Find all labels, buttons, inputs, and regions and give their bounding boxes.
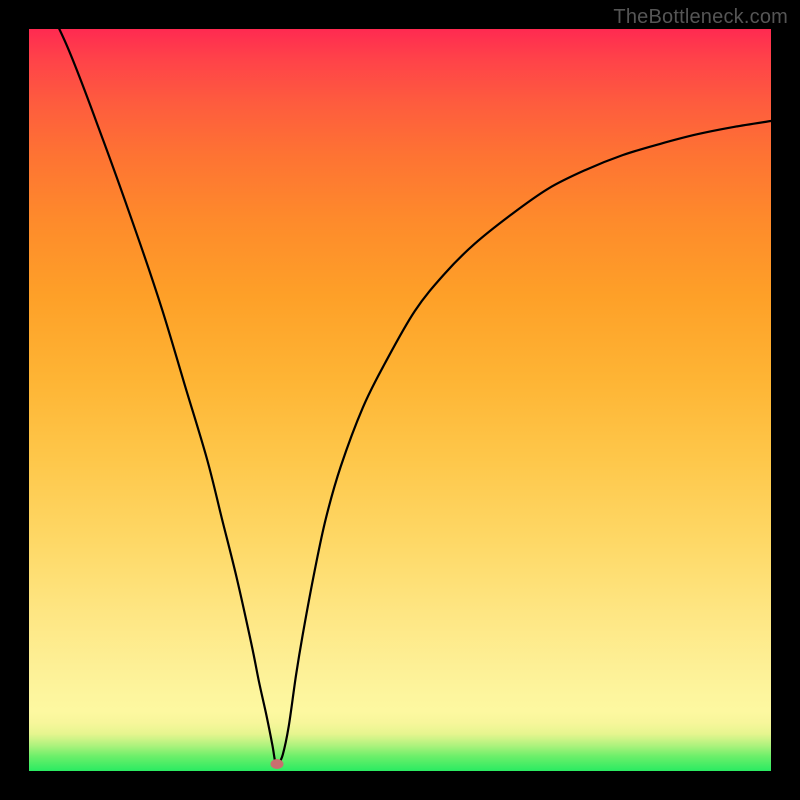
optimal-point-marker [270,759,283,769]
bottleneck-curve [29,29,771,771]
watermark-text: TheBottleneck.com [613,6,788,29]
plot-area [29,29,771,771]
chart-outer: TheBottleneck.com [0,0,800,800]
